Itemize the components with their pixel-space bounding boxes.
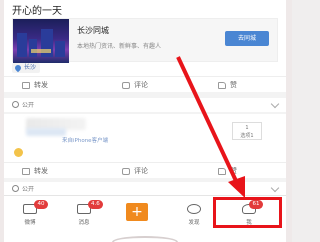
- share-card[interactable]: 长沙同城 本地热门资讯、新鲜事、有趣人 去同城: [12, 18, 278, 63]
- comment-button[interactable]: 评论: [122, 163, 148, 179]
- chevron-down-icon[interactable]: [270, 99, 280, 109]
- post-card-1[interactable]: 开心的一天 长沙同城 本地热门资讯、新鲜事、有趣人 去同城 长沙: [4, 0, 286, 76]
- public-globe-icon: [12, 185, 19, 192]
- visibility-label: 公开: [22, 186, 35, 193]
- like-button[interactable]: 赞: [218, 77, 237, 93]
- emoji-icon: [14, 148, 23, 157]
- comment-icon: [122, 81, 130, 89]
- tab-badge: 4.6: [88, 200, 103, 209]
- tab-weibo[interactable]: 40 微博: [10, 196, 50, 226]
- blurred-username: [26, 128, 66, 136]
- compose-button[interactable]: +: [126, 203, 148, 221]
- post-source: 来自iPhone客户端: [62, 138, 109, 144]
- post-2-header: 公开: [4, 98, 286, 112]
- public-globe-icon: [12, 101, 19, 108]
- post-1-action-bar: 转发 评论 赞: [4, 76, 286, 92]
- tab-discover[interactable]: 发现: [174, 196, 214, 226]
- share-thumbnail: [13, 19, 69, 63]
- post-2-action-bar: 转发 评论 赞: [4, 162, 286, 178]
- annotation-highlight-box: [213, 197, 282, 228]
- post-text: 开心的一天: [12, 6, 62, 17]
- repost-icon: [22, 81, 30, 89]
- like-button[interactable]: 赞: [218, 163, 237, 179]
- post-card-2[interactable]: 来自iPhone客户端 1 选项1: [4, 114, 286, 162]
- visibility-label: 公开: [22, 102, 35, 109]
- repost-button[interactable]: 转发: [22, 163, 48, 179]
- tab-badge: 40: [34, 200, 48, 209]
- tab-messages[interactable]: 4.6 消息: [64, 196, 104, 226]
- location-tag[interactable]: 长沙: [12, 63, 41, 73]
- location-pin-icon: [13, 63, 23, 73]
- home-indicator[interactable]: [112, 236, 178, 242]
- like-icon: [218, 81, 226, 89]
- share-description: 本地热门资讯、新鲜事、有趣人: [77, 43, 162, 50]
- like-icon: [218, 167, 226, 175]
- go-to-city-button[interactable]: 去同城: [225, 31, 269, 46]
- share-title: 长沙同城: [77, 26, 109, 35]
- post-3-header: 公开: [4, 182, 286, 196]
- comment-icon: [122, 167, 130, 175]
- comment-button[interactable]: 评论: [122, 77, 148, 93]
- discover-icon: [187, 204, 201, 214]
- location-label: 长沙: [24, 64, 37, 71]
- poll-box[interactable]: 1 选项1: [232, 122, 262, 140]
- chevron-down-icon[interactable]: [270, 183, 280, 193]
- repost-icon: [22, 167, 30, 175]
- right-edge: [286, 0, 292, 242]
- repost-button[interactable]: 转发: [22, 77, 48, 93]
